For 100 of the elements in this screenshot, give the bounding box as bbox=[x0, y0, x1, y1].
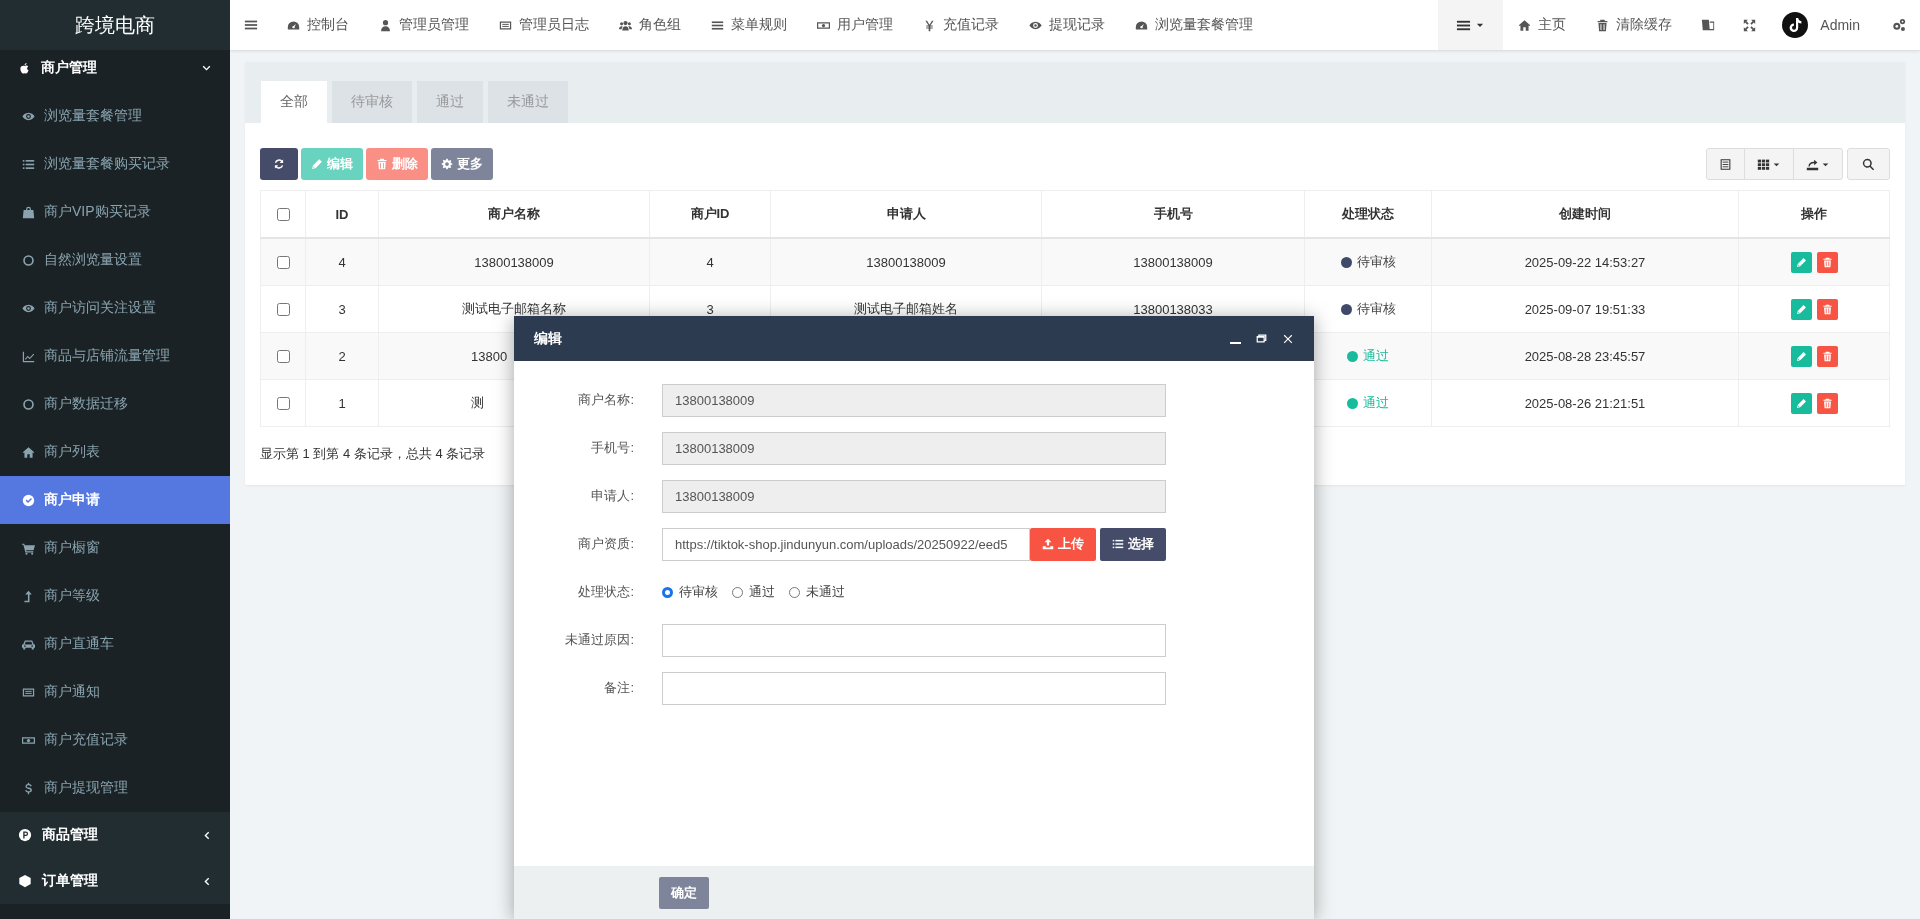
user-name[interactable]: Admin bbox=[1820, 17, 1860, 33]
nav-dropdown[interactable] bbox=[1438, 0, 1504, 50]
view-toggle-button[interactable] bbox=[1706, 148, 1745, 180]
more-button[interactable]: 更多 bbox=[431, 148, 493, 180]
sidebar-item[interactable]: 商户充值记录 bbox=[0, 716, 230, 764]
chevron-left-icon bbox=[201, 829, 212, 841]
confirm-button[interactable]: 确定 bbox=[659, 876, 709, 909]
pencil-icon bbox=[1795, 350, 1807, 362]
sidebar-item[interactable]: 浏览量套餐购买记录 bbox=[0, 140, 230, 188]
dollar-icon bbox=[22, 781, 35, 795]
table-cell: 2 bbox=[338, 348, 346, 364]
choose-button[interactable]: 选择 bbox=[1100, 527, 1166, 561]
nav-link[interactable]: 浏览量套餐管理 bbox=[1120, 0, 1268, 50]
edit-button[interactable] bbox=[1790, 298, 1812, 320]
close-button[interactable] bbox=[1282, 332, 1294, 345]
table-cell: 测 bbox=[471, 395, 484, 410]
refresh-button[interactable] bbox=[260, 148, 298, 180]
sidebar-item[interactable]: 商户通知 bbox=[0, 668, 230, 716]
sidebar-item[interactable]: 商户等级 bbox=[0, 572, 230, 620]
row-checkbox[interactable] bbox=[277, 255, 290, 269]
apple-icon bbox=[18, 61, 31, 75]
radio-option[interactable]: 未通过 bbox=[789, 583, 845, 601]
field-label: 商户名称: bbox=[577, 391, 635, 409]
nav-link[interactable]: 清除缓存 bbox=[1581, 0, 1688, 50]
delete-button[interactable] bbox=[1816, 298, 1838, 320]
field-label: 处理状态: bbox=[577, 583, 635, 601]
sidebar-item[interactable]: 商户VIP购买记录 bbox=[0, 188, 230, 236]
search-button[interactable] bbox=[1847, 148, 1890, 180]
table-cell: 2025-08-28 23:45:57 bbox=[1524, 348, 1646, 364]
nav-link[interactable]: 提现记录 bbox=[1014, 0, 1120, 50]
bag-icon bbox=[22, 205, 35, 219]
nav-link[interactable]: 管理员日志 bbox=[484, 0, 604, 50]
text-field[interactable] bbox=[662, 671, 1166, 705]
edit-button[interactable] bbox=[1790, 392, 1812, 414]
delete-button[interactable] bbox=[1816, 392, 1838, 414]
edit-button[interactable] bbox=[1790, 251, 1812, 273]
menu-icon bbox=[244, 18, 258, 32]
delete-button[interactable] bbox=[1816, 251, 1838, 273]
row-checkbox[interactable] bbox=[277, 349, 290, 363]
sidebar-item[interactable]: 商户提现管理 bbox=[0, 764, 230, 812]
nav-link[interactable]: 菜单规则 bbox=[696, 0, 802, 50]
sidebar-item[interactable]: 商户橱窗 bbox=[0, 524, 230, 572]
pencil-icon bbox=[1795, 303, 1807, 315]
dialog-title: 编辑 bbox=[534, 329, 562, 348]
pencil-icon bbox=[1795, 256, 1807, 268]
columns-button[interactable] bbox=[1744, 148, 1794, 180]
app-logo[interactable]: 跨境电商 bbox=[0, 0, 230, 50]
home-icon bbox=[22, 445, 35, 459]
minimize-button[interactable] bbox=[1230, 341, 1241, 344]
search-icon bbox=[1862, 157, 1875, 171]
radio-option[interactable]: 待审核 bbox=[662, 583, 718, 601]
table-cell: 13800138009 bbox=[1133, 254, 1213, 270]
sidebar-item[interactable]: 商户直通车 bbox=[0, 620, 230, 668]
home-icon bbox=[1518, 18, 1532, 32]
table-cell: 3 bbox=[338, 301, 346, 317]
newspaper-icon bbox=[22, 685, 35, 699]
select-all-checkbox[interactable] bbox=[277, 207, 290, 221]
filter-tab[interactable]: 全部 bbox=[261, 81, 327, 123]
sidebar-item[interactable]: 自然浏览量设置 bbox=[0, 236, 230, 284]
trash-icon bbox=[1821, 303, 1833, 315]
nav-link[interactable]: 用户管理 bbox=[802, 0, 908, 50]
sidebar-item[interactable]: 商品与店铺流量管理 bbox=[0, 332, 230, 380]
nav-link[interactable]: 主页 bbox=[1503, 0, 1582, 50]
sidebar-group[interactable]: 商品管理 bbox=[0, 812, 230, 858]
text-field[interactable] bbox=[662, 623, 1166, 657]
edit-button[interactable] bbox=[1790, 345, 1812, 367]
table-cell: 1 bbox=[338, 395, 346, 411]
users-icon bbox=[619, 18, 632, 32]
pencil-icon bbox=[311, 158, 323, 170]
table-cell: 13800138033 bbox=[1133, 301, 1213, 317]
field-label: 手机号: bbox=[590, 439, 635, 457]
text-field[interactable]: 13800138009 bbox=[662, 383, 1166, 417]
sidebar-item[interactable]: 商户访问关注设置 bbox=[0, 284, 230, 332]
nav-link[interactable]: 充值记录 bbox=[908, 0, 1014, 50]
row-checkbox[interactable] bbox=[277, 302, 290, 316]
trash-icon bbox=[1596, 18, 1610, 32]
delete-button[interactable] bbox=[1816, 345, 1838, 367]
nav-link[interactable]: 控制台 bbox=[272, 0, 364, 50]
avatar-icon[interactable] bbox=[1782, 12, 1809, 38]
nav-link[interactable]: 角色组 bbox=[604, 0, 696, 50]
export-button[interactable] bbox=[1793, 148, 1843, 180]
maximize-button[interactable] bbox=[1255, 332, 1268, 345]
text-field[interactable]: 13800138009 bbox=[662, 479, 1166, 513]
nav-link[interactable]: 管理员管理 bbox=[364, 0, 484, 50]
sidebar-item[interactable]: 浏览量套餐管理 bbox=[0, 92, 230, 140]
radio-option[interactable]: 通过 bbox=[732, 583, 775, 601]
field-label: 申请人: bbox=[590, 487, 635, 505]
table-cell: 测试电子邮箱名称 bbox=[462, 301, 566, 316]
field-label: 未通过原因: bbox=[564, 631, 635, 649]
sidebar-item[interactable]: 商户数据迁移 bbox=[0, 380, 230, 428]
row-checkbox[interactable] bbox=[277, 396, 290, 410]
sidebar-group[interactable]: 订单管理 bbox=[0, 858, 230, 904]
table-cell: 2025-08-26 21:21:51 bbox=[1524, 395, 1646, 411]
sidebar-item[interactable]: 商户列表 bbox=[0, 428, 230, 476]
sidebar-item[interactable]: 商户申请 bbox=[0, 476, 230, 524]
table-cell: 4 bbox=[338, 254, 346, 270]
text-field[interactable]: 13800138009 bbox=[662, 431, 1166, 465]
badge-icon bbox=[18, 828, 32, 842]
upload-icon bbox=[1042, 538, 1054, 550]
url-field[interactable]: https://tiktok-shop.jindunyun.com/uploads/20250922/eed5 bbox=[662, 527, 1030, 561]
